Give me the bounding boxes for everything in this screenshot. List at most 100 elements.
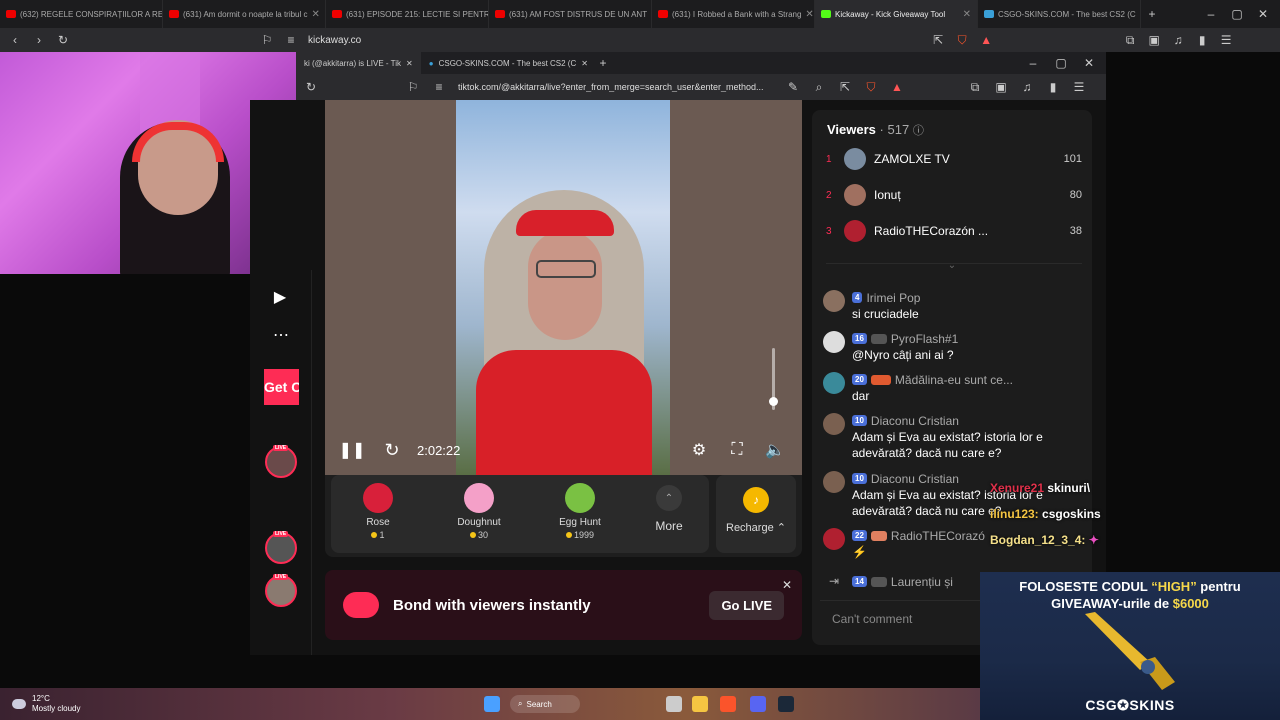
extensions-icon[interactable]: ⧉ [968,80,982,94]
translate-icon[interactable]: ✎ [786,80,800,94]
avatar[interactable] [823,331,845,353]
live-video[interactable] [456,100,670,475]
site-info-icon[interactable]: ≡ [284,33,298,47]
settings-icon[interactable]: ⚙ [692,442,706,459]
discord-icon[interactable] [750,696,766,712]
avatar[interactable]: LIVE [265,445,297,478]
avatar[interactable] [823,471,845,493]
gift-doughnut[interactable]: Doughnut 30 [439,475,519,540]
brave-browser-icon[interactable] [720,696,736,712]
volume-slider[interactable] [768,342,780,417]
avatar[interactable]: LIVE [265,531,297,564]
pause-icon[interactable]: ❚❚ [339,442,366,459]
inner-tab-0[interactable]: ki (@akkitarra) is LIVE - Tik ✕ [296,52,421,74]
wallet-icon[interactable]: ▣ [994,80,1008,94]
gift-list: Rose 1 Doughnut 30 Egg Hunt 1999 ⌃ More [331,475,709,553]
go-live-button[interactable]: Get C [264,369,299,405]
info-icon[interactable]: ⓘ [913,125,924,137]
task-view-icon[interactable] [666,696,682,712]
outer-tab-3[interactable]: (631) AM FOST DISTRUS DE UN ANT✕ [489,0,652,28]
weather-widget[interactable]: 12°C Mostly cloudy [12,694,80,714]
close-icon[interactable]: ✕ [780,578,794,592]
wallet-icon[interactable]: ▣ [1147,33,1161,47]
outer-tab-4[interactable]: (631) I Robbed a Bank with a Strang ✕ [652,0,815,28]
outer-tab-0[interactable]: (632) REGELE CONSPIRAȚIILOR A RE✕ [0,0,163,28]
bookmark-icon[interactable]: ⚐ [260,33,274,47]
menu-icon[interactable]: ☰ [1219,33,1233,47]
youtube-icon [169,10,179,18]
gift-egg-hunt[interactable]: Egg Hunt 1999 [540,475,620,540]
avatar[interactable] [823,290,845,312]
steam-icon[interactable] [778,696,794,712]
music-icon[interactable]: ♫ [1171,33,1185,47]
brave-shield-icon[interactable]: ⛉ [864,80,878,94]
reload-icon[interactable]: ↻ [304,80,318,94]
reload-icon[interactable]: ↻ [56,33,70,47]
site-info-icon[interactable]: ≡ [432,80,446,94]
rewards-icon[interactable]: ▲ [979,33,993,47]
menu-icon[interactable]: ☰ [1072,80,1086,94]
close-icon[interactable]: ✕ [406,59,413,68]
close-icon[interactable]: ✕ [312,9,320,20]
inner-url[interactable]: tiktok.com/@akkitarra/live?enter_from_me… [458,82,774,92]
chat-bubbles-icon [343,592,379,618]
gift-rose[interactable]: Rose 1 [338,475,418,540]
recharge-button[interactable]: ♪ Recharge ⌃ [716,475,796,553]
top-viewer-row[interactable]: 2 Ionuț 80 [826,183,1082,207]
avatar[interactable]: LIVE [265,574,297,607]
top-viewer-row[interactable]: 3 RadioTHECorazón ... 38 [826,219,1082,243]
go-live-banner-button[interactable]: Go LIVE [709,590,784,620]
music-icon[interactable]: ♫ [1020,80,1034,94]
avatar[interactable] [823,528,845,550]
outer-tab-2[interactable]: (631) EPISODE 215: LECTIE SI PENTR✕ [326,0,489,28]
comment-input[interactable]: Can't comment [820,605,980,633]
taskbar-search[interactable]: ⌕ Search [510,695,580,713]
fullscreen-icon[interactable]: ⛶ [730,441,744,458]
new-tab-icon[interactable]: + [596,56,610,70]
inner-tab-1[interactable]: ● CSGO-SKINS.COM - The best CS2 (C ✕ [421,52,596,74]
close-icon[interactable]: ✕ [805,9,813,20]
inner-tab-bar: ki (@akkitarra) is LIVE - Tik ✕ ● CSGO-SKI… [296,52,1106,74]
top-viewer-row[interactable]: 1 ZAMOLXE TV 101 [826,147,1082,171]
back-icon[interactable]: ‹ [8,33,22,47]
live-feed-icon[interactable]: ▶ [273,289,287,306]
windows-start-icon[interactable] [484,696,500,712]
refresh-icon[interactable]: ↻ [384,440,399,460]
more-icon[interactable]: ⋯ [273,327,289,344]
maximize-icon[interactable]: ▢ [1054,56,1068,70]
outer-tab-1[interactable]: (631) Am dormit o noapte la tribul c ✕ [163,0,326,28]
chevron-down-icon[interactable]: ⌄ [945,258,959,272]
minimize-icon[interactable]: – [1204,7,1218,21]
avatar[interactable] [823,413,845,435]
rocket-icon: ✦ [1088,533,1099,547]
maximize-icon[interactable]: ▢ [1230,7,1244,21]
sidebar-icon[interactable]: ▮ [1046,80,1060,94]
outer-tab-5[interactable]: Kickaway - Kick Giveaway Tool ✕ [815,0,978,28]
share-icon[interactable]: ⇱ [838,80,852,94]
sidebar-icon[interactable]: ▮ [1195,33,1209,47]
minimize-icon[interactable]: – [1026,56,1040,70]
brave-shield-icon[interactable]: ⛉ [955,33,969,47]
more-gifts-button[interactable]: ⌃ More [629,475,709,533]
close-icon[interactable]: ✕ [1140,9,1141,20]
avatar[interactable] [823,372,845,394]
close-icon[interactable]: ✕ [963,9,971,20]
extensions-icon[interactable]: ⧉ [1123,33,1137,47]
close-window-icon[interactable]: ✕ [1082,56,1096,70]
volume-icon[interactable]: 🔈 [765,442,785,459]
outer-url[interactable]: kickaway.co [308,35,361,46]
close-window-icon[interactable]: ✕ [1256,7,1270,21]
new-tab-icon[interactable]: + [1145,7,1159,21]
inner-address-bar: ↻ ⚐ ≡ tiktok.com/@akkitarra/live?enter_f… [296,74,1106,100]
kick-icon [821,10,831,18]
forward-icon[interactable]: › [32,33,46,47]
zoom-icon[interactable]: ⌕ [812,80,826,94]
overlay-chat-line: Bogdan_12_3_4: ✦ [990,533,1099,547]
rewards-icon[interactable]: ▲ [890,80,904,94]
close-icon[interactable]: ✕ [581,59,588,68]
share-icon[interactable]: ⇱ [931,33,945,47]
csgo-icon: ● [428,58,434,68]
outer-tab-6[interactable]: CSGO-SKINS.COM - The best CS2 (C✕ [978,0,1141,28]
bookmark-icon[interactable]: ⚐ [406,80,420,94]
file-explorer-icon[interactable] [692,696,708,712]
